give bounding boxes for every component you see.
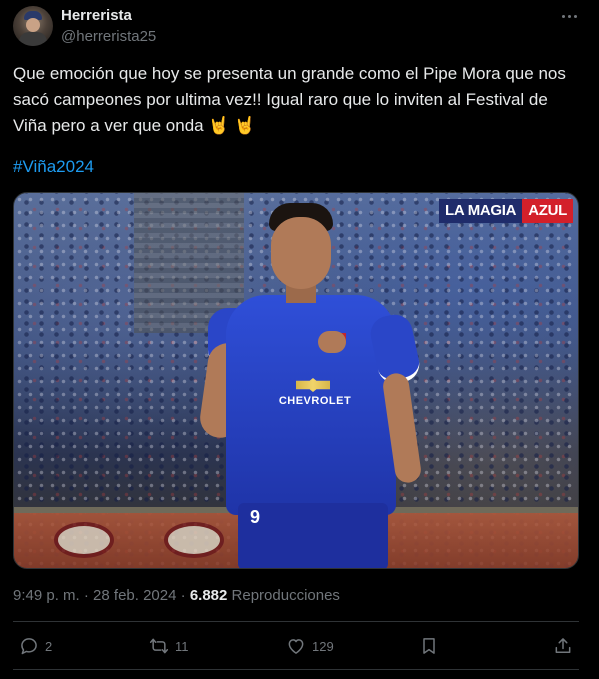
watermark-logo: LA MAGIA AZUL (439, 199, 573, 223)
tweet-meta: 9:49 p. m. · 28 feb. 2024 · 6.882 Reprod… (13, 587, 340, 604)
player-hand (318, 331, 346, 353)
avatar[interactable] (13, 6, 53, 46)
retweet-icon (149, 638, 169, 654)
more-icon[interactable] (557, 6, 581, 26)
divider (13, 621, 579, 622)
player-figure: CHEVROLET 9 (197, 203, 434, 568)
logo-text-part1: LA MAGIA (439, 199, 523, 223)
author-name[interactable]: Herrerista (61, 7, 132, 24)
like-count: 129 (312, 638, 334, 654)
avatar-body (19, 32, 47, 46)
sponsor-text: CHEVROLET (278, 395, 352, 407)
tweet-date[interactable]: 28 feb. 2024 (93, 587, 176, 604)
views-label: Reproducciones (231, 587, 340, 604)
like-button[interactable]: 129 (286, 634, 334, 658)
meta-separator: · (83, 587, 89, 604)
player-head (271, 217, 331, 289)
share-icon (555, 638, 571, 653)
retweet-count: 11 (175, 638, 189, 654)
reply-count: 2 (45, 638, 53, 654)
banner-logo (54, 522, 114, 558)
hashtag-link[interactable]: #Viña2024 (13, 157, 94, 177)
tweet-time[interactable]: 9:49 p. m. (13, 587, 80, 604)
divider (13, 669, 579, 670)
tweet-card: Herrerista @herrerista25 Que emoción que… (0, 0, 599, 679)
player-shorts: 9 (238, 503, 388, 568)
reply-button[interactable]: 2 (19, 634, 52, 658)
bookmark-icon (423, 638, 435, 654)
bookmark-button[interactable] (419, 634, 439, 658)
tweet-text: Que emoción que hoy se presenta un grand… (13, 64, 566, 135)
meta-separator: · (180, 587, 186, 604)
views-count: 6.882 (189, 587, 228, 604)
logo-text-part2: AZUL (522, 199, 573, 223)
reply-icon (21, 638, 37, 655)
author-handle[interactable]: @herrerista25 (61, 28, 156, 45)
shorts-number: 9 (250, 507, 261, 527)
tweet-photo[interactable]: CHEVROLET 9 LA MAGIA AZUL (13, 192, 579, 569)
like-icon (288, 639, 304, 654)
retweet-button[interactable]: 11 (149, 634, 189, 658)
share-button[interactable] (553, 634, 573, 658)
avatar-face (26, 18, 40, 32)
